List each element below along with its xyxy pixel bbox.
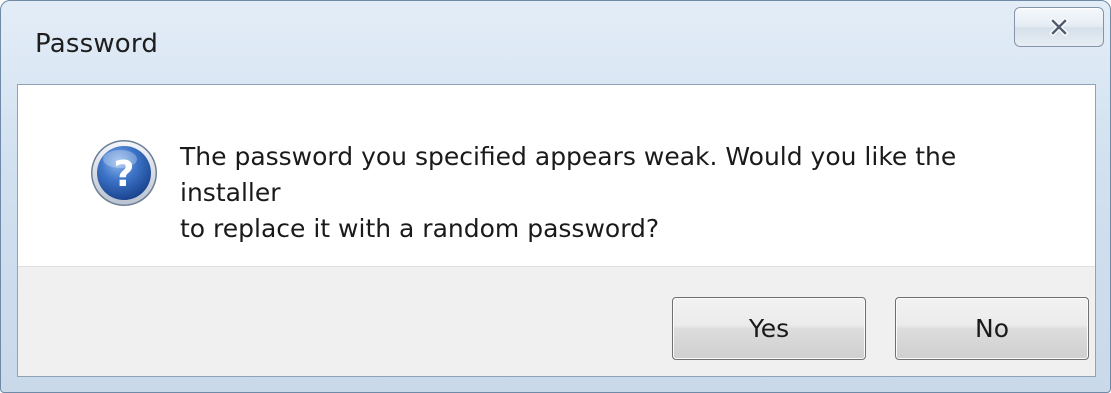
svg-text:?: ? [114, 154, 135, 195]
window-title: Password [35, 29, 159, 59]
title-bar[interactable]: Password [1, 1, 1110, 83]
password-dialog-window: Password ? The password you specified ap… [0, 0, 1111, 393]
button-bar: Yes No [18, 266, 1095, 376]
dialog-body: ? The password you specified appears wea… [17, 84, 1096, 377]
message-text: The password you specified appears weak.… [180, 139, 1060, 247]
close-button[interactable] [1014, 7, 1104, 47]
message-line-1: The password you specified appears weak.… [180, 142, 957, 207]
yes-button[interactable]: Yes [672, 297, 866, 360]
question-icon: ? [91, 140, 157, 206]
close-icon [1049, 18, 1069, 36]
message-area: ? The password you specified appears wea… [18, 85, 1095, 266]
no-button[interactable]: No [895, 297, 1089, 360]
message-line-2: to replace it with a random password? [180, 214, 660, 243]
